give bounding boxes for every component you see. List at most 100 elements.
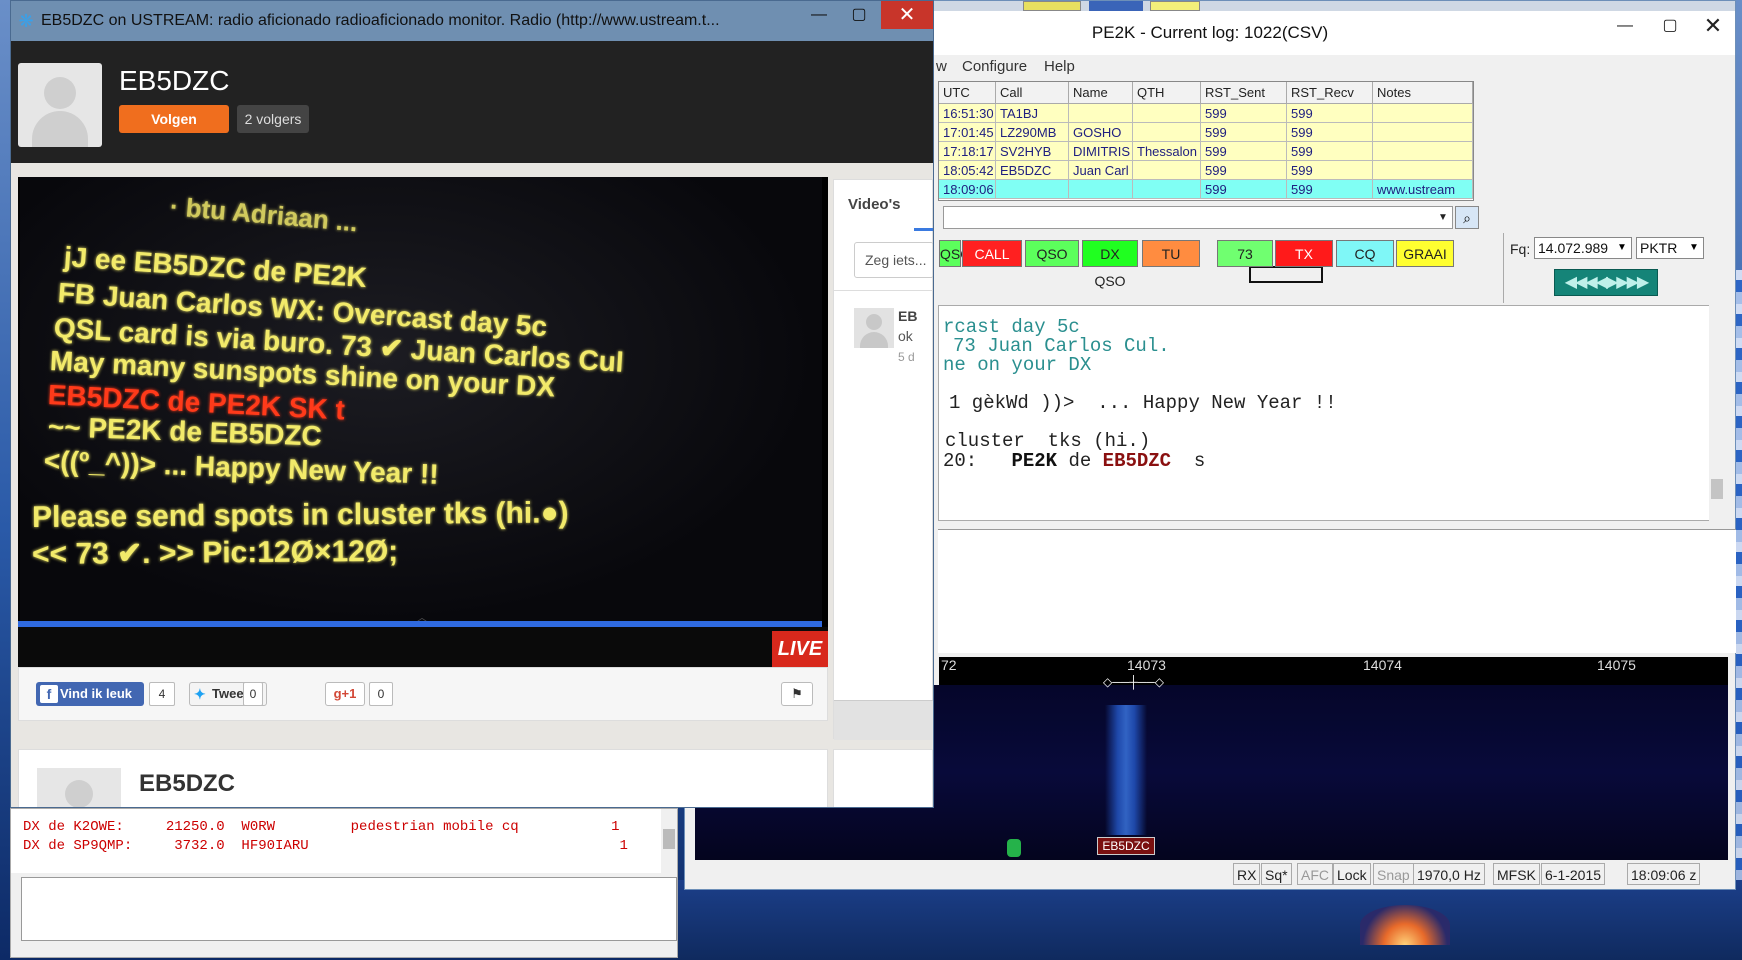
rx-scrollbar-thumb[interactable] [1711, 479, 1723, 499]
tune-arrows-button[interactable]: ◀◀◀◀▶▶▶▶ [1554, 269, 1658, 296]
log-cell-qth[interactable] [1133, 104, 1201, 123]
dx-spot-line[interactable]: DX de K2OWE: 21250.0 W0RW pedestrian mob… [23, 819, 620, 835]
close-button[interactable]: ✕ [881, 1, 933, 29]
receive-text-pane[interactable]: rcast day 5c 73 Juan Carlos Cul. ne on y… [938, 305, 1722, 521]
lock-toggle[interactable]: Lock [1333, 863, 1371, 885]
maximize-button[interactable]: ▢ [839, 1, 879, 29]
comment-author[interactable]: EB [898, 308, 917, 324]
chevron-down-icon[interactable]: ▼ [1614, 238, 1630, 257]
minimize-button[interactable]: — [799, 1, 839, 29]
log-cell-notes[interactable] [1373, 161, 1473, 180]
log-cell-call[interactable]: EB5DZC [996, 161, 1069, 180]
log-cell-call[interactable]: SV2HYB [996, 142, 1069, 161]
log-cell-rst-sent[interactable]: 599 [1201, 123, 1287, 142]
afc-toggle[interactable]: AFC [1297, 863, 1333, 885]
macro-button-tu[interactable]: TU [1142, 240, 1200, 267]
log-cell-name[interactable]: GOSHO [1069, 123, 1133, 142]
facebook-like-button[interactable]: f Vind ik leuk [36, 682, 144, 706]
log-cell-utc[interactable]: 18:05:42 [939, 161, 996, 180]
macro-button-cq[interactable]: CQ [1336, 240, 1394, 267]
log-cell-rst-recv[interactable]: 599 [1287, 161, 1373, 180]
column-header-utc[interactable]: UTC [939, 82, 996, 104]
log-cell-qth[interactable]: Thessalon [1133, 142, 1201, 161]
log-table-row[interactable]: 17:18:17 SV2HYB DIMITRIS Thessalon 599 599 [939, 142, 1473, 161]
waterfall-cursor-icon[interactable]: ◇──┼──◇ [1103, 675, 1164, 689]
follow-button[interactable]: Volgen [119, 105, 229, 133]
log-cell-name[interactable] [1069, 180, 1133, 199]
column-header-rst-sent[interactable]: RST_Sent [1201, 82, 1287, 104]
log-cell-utc[interactable]: 17:18:17 [939, 142, 996, 161]
column-header-name[interactable]: Name [1069, 82, 1133, 104]
dx-cluster-list[interactable]: DX de K2OWE: 21250.0 W0RW pedestrian mob… [11, 809, 661, 873]
tab-videos[interactable]: Video's [848, 196, 900, 213]
log-cell-rst-recv[interactable]: 599 [1287, 180, 1373, 199]
log-cell-notes[interactable] [1373, 123, 1473, 142]
macro-button-qso[interactable]: QSO [1025, 240, 1079, 267]
rx-toggle[interactable]: RX [1233, 863, 1261, 885]
log-cell-utc[interactable]: 17:01:45 [939, 123, 996, 142]
log-cell-call[interactable]: TA1BJ [996, 104, 1069, 123]
video-frame[interactable]: · btu Adriaan ... jJ ee EB5DZC de PE2K F… [20, 177, 822, 625]
dx-spot-line[interactable]: DX de SP9QMP: 3732.0 HF90IARU 1 [23, 838, 628, 854]
ustream-titlebar[interactable]: ❋ EB5DZC on USTREAM: radio aficionado ra… [11, 1, 933, 41]
log-cell-qth[interactable] [1133, 161, 1201, 180]
avatar[interactable] [854, 308, 894, 348]
chevron-down-icon[interactable]: ▼ [1434, 208, 1452, 227]
squelch-toggle[interactable]: Sq* [1261, 863, 1292, 885]
log-cell-utc[interactable]: 18:09:06 [939, 180, 996, 199]
column-header-notes[interactable]: Notes [1373, 82, 1473, 104]
macro-button-dx-qso[interactable]: DX QSO [1082, 240, 1138, 289]
log-table-row[interactable]: 18:05:42 EB5DZC Juan Carl 599 599 [939, 161, 1473, 180]
log-cell-call[interactable]: LZ290MB [996, 123, 1069, 142]
followers-count-button[interactable]: 2 volgers [237, 105, 309, 133]
log-cell-qth[interactable] [1133, 180, 1201, 199]
log-search-combo[interactable]: ▼ [943, 206, 1453, 229]
dx-cluster-scrollbar-thumb[interactable] [663, 829, 675, 849]
log-cell-notes[interactable] [1373, 104, 1473, 123]
gplus-button[interactable]: g+1 [325, 682, 365, 706]
log-cell-name[interactable]: DIMITRIS [1069, 142, 1133, 161]
log-cell-rst-sent[interactable]: 599 [1201, 142, 1287, 161]
menu-help[interactable]: Help [1044, 55, 1075, 79]
log-cell-call[interactable] [996, 180, 1069, 199]
dx-cluster-scrollbar[interactable] [661, 809, 677, 873]
avatar[interactable] [18, 63, 102, 147]
log-cell-rst-sent[interactable]: 599 [1201, 161, 1287, 180]
maximize-button[interactable]: ▢ [1650, 11, 1690, 41]
log-cell-rst-recv[interactable]: 599 [1287, 142, 1373, 161]
dx-cluster-input[interactable] [21, 877, 677, 941]
log-cell-notes[interactable]: www.ustream [1373, 180, 1473, 199]
macro-button-tx[interactable]: TX [1275, 240, 1333, 267]
comment-input[interactable]: Zeg iets... [854, 242, 933, 278]
column-header-call[interactable]: Call [996, 82, 1069, 104]
log-cell-rst-sent[interactable]: 599 [1201, 180, 1287, 199]
log-cell-editor[interactable] [1249, 266, 1323, 283]
column-header-qth[interactable]: QTH [1133, 82, 1201, 104]
minimize-button[interactable]: — [1605, 11, 1645, 41]
log-cell-name[interactable] [1069, 104, 1133, 123]
log-cell-rst-recv[interactable]: 599 [1287, 104, 1373, 123]
search-button[interactable]: ⌕ [1455, 206, 1479, 229]
snap-toggle[interactable]: Snap [1373, 863, 1414, 885]
chevron-down-icon[interactable]: ▼ [1686, 238, 1702, 257]
log-cell-name[interactable]: Juan Carl [1069, 161, 1133, 180]
channel-card-name[interactable]: EB5DZC [139, 770, 235, 798]
video-player[interactable]: · btu Adriaan ... jJ ee EB5DZC de PE2K F… [18, 177, 828, 667]
log-cell-utc[interactable]: 16:51:30 [939, 104, 996, 123]
log-cell-notes[interactable] [1373, 142, 1473, 161]
macro-button-qso[interactable]: QSO [939, 240, 971, 267]
rx-scrollbar[interactable] [1709, 305, 1725, 521]
menu-configure[interactable]: Configure [962, 55, 1027, 79]
macro-button-graai[interactable]: GRAAI [1396, 240, 1454, 267]
log-table-row[interactable]: 18:09:06 599 599 www.ustream [939, 180, 1473, 199]
waterfall-marker[interactable] [1007, 839, 1021, 857]
avatar[interactable] [37, 768, 121, 807]
channel-name[interactable]: EB5DZC [119, 65, 229, 97]
transmit-text-pane[interactable] [938, 529, 1736, 653]
log-table-row[interactable]: 17:01:45 LZ290MB GOSHO 599 599 [939, 123, 1473, 142]
log-cell-rst-recv[interactable]: 599 [1287, 123, 1373, 142]
log-table-row[interactable]: 16:51:30 TA1BJ 599 599 [939, 104, 1473, 123]
macro-button-73[interactable]: 73 [1217, 240, 1273, 267]
column-header-rst-recv[interactable]: RST_Recv [1287, 82, 1373, 104]
macro-button-call[interactable]: CALL [962, 240, 1022, 267]
